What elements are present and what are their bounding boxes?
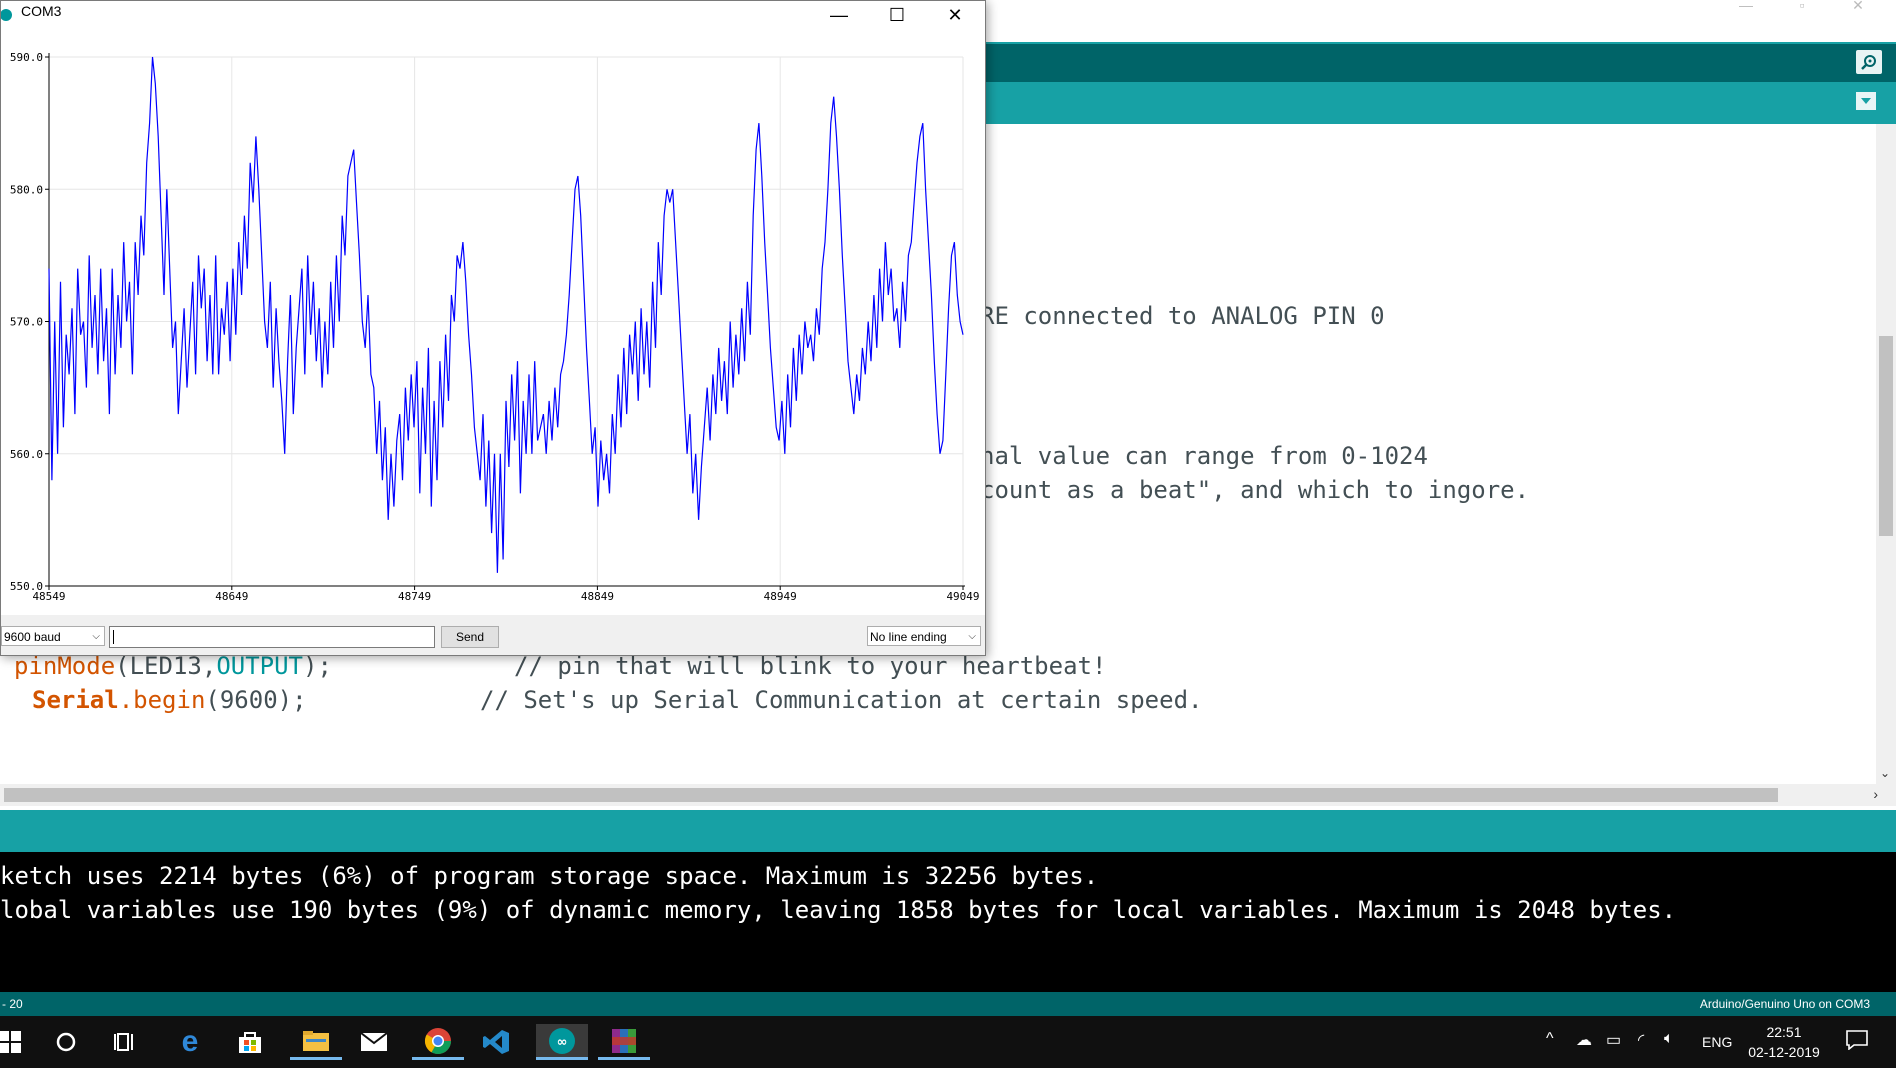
- search-icon[interactable]: [46, 1024, 86, 1060]
- ide-close-button[interactable]: ✕: [1834, 0, 1882, 12]
- windows-start-icon[interactable]: [0, 1024, 30, 1060]
- chrome-icon[interactable]: [412, 1024, 464, 1060]
- scroll-right-icon[interactable]: ›: [1873, 786, 1878, 802]
- y-tick-label: 580.0: [10, 183, 43, 196]
- language-indicator[interactable]: ENG: [1702, 1034, 1732, 1050]
- series-line: [48, 56, 964, 573]
- minimize-button[interactable]: —: [811, 1, 867, 29]
- object-token: Serial: [32, 686, 119, 714]
- x-tick-label: 48949: [764, 590, 797, 603]
- y-tick-label: 570.0: [10, 316, 43, 329]
- y-tick-label: 560.0: [10, 448, 43, 461]
- x-tick-label: 48849: [581, 590, 614, 603]
- arduino-icon: [1, 9, 12, 21]
- constant-token: OUTPUT: [216, 652, 304, 680]
- code-line: RE connected to ANALOG PIN 0: [980, 302, 1385, 330]
- code-line-serial: Serial.begin(9600);: [32, 686, 307, 714]
- ide-minimize-button[interactable]: —: [1722, 0, 1770, 12]
- scrollbar-thumb[interactable]: [1879, 336, 1893, 536]
- method-token: .begin: [118, 686, 206, 714]
- code-token: (9600);: [205, 686, 307, 714]
- baud-rate-value: 9600 baud: [4, 630, 61, 644]
- editor-horizontal-scrollbar[interactable]: ›: [0, 784, 1896, 806]
- battery-icon[interactable]: ▭: [1606, 1030, 1621, 1050]
- taskbar: e ∞ ^ ☁ ▭ ◜ 🔈︎ ENG 22:51 02-12-2019: [0, 1016, 1896, 1068]
- arduino-icon[interactable]: ∞: [536, 1024, 588, 1060]
- status-board: Arduino/Genuino Uno on COM3: [1699, 997, 1870, 1011]
- line-ending-value: No line ending: [870, 630, 947, 644]
- x-tick-label: 48549: [32, 590, 65, 603]
- maximize-button[interactable]: ☐: [869, 1, 925, 29]
- editor-vertical-scrollbar[interactable]: ⌄: [1876, 124, 1896, 784]
- chevron-down-icon: ⌵: [968, 631, 976, 642]
- plot-area: 550.0560.0570.0580.0590.048549 48649 48749…: [10, 51, 980, 603]
- console-line: ketch uses 2214 bytes (6%) of program st…: [0, 862, 1099, 890]
- scroll-down-icon[interactable]: ⌄: [1880, 766, 1890, 780]
- task-view-icon[interactable]: [106, 1024, 146, 1060]
- code-token: );: [303, 652, 332, 680]
- x-tick-label: 49049: [946, 590, 979, 603]
- x-tick-label: 48749: [398, 590, 431, 603]
- wifi-icon[interactable]: ◜: [1638, 1030, 1644, 1050]
- ide-maximize-button[interactable]: ▫: [1778, 0, 1826, 12]
- console-header: [0, 810, 1896, 852]
- status-bar: - 20 Arduino/Genuino Uno on COM3: [0, 992, 1896, 1016]
- clock[interactable]: 22:51 02-12-2019: [1748, 1022, 1820, 1062]
- chevron-down-icon: [1861, 98, 1871, 104]
- plotter-titlebar: COM3 — ☐ ✕: [1, 1, 985, 29]
- code-token: (LED13,: [115, 652, 217, 680]
- code-comment: // Set's up Serial Communication at cert…: [480, 686, 1203, 714]
- code-comment: // pin that will blink to your heartbeat…: [514, 652, 1107, 680]
- edge-browser-icon[interactable]: e: [170, 1024, 210, 1060]
- window-title: COM3: [21, 3, 62, 19]
- winrar-icon[interactable]: [598, 1024, 650, 1060]
- chevron-down-icon: ⌵: [92, 631, 100, 642]
- plotter-controls: 9600 baud ⌵ Send No line ending ⌵: [1, 615, 985, 655]
- code-line: nal value can range from 0-1024: [980, 442, 1428, 470]
- vscode-icon[interactable]: [476, 1024, 516, 1060]
- file-explorer-icon[interactable]: [290, 1024, 342, 1060]
- mail-icon[interactable]: [354, 1024, 394, 1060]
- line-ending-select[interactable]: No line ending ⌵: [867, 626, 981, 646]
- baud-rate-select[interactable]: 9600 baud ⌵: [1, 626, 105, 646]
- code-line: count as a beat", and which to ingore.: [980, 476, 1530, 504]
- function-name: pinMode: [14, 652, 116, 680]
- svg-text:∞: ∞: [557, 1035, 568, 1050]
- onedrive-icon[interactable]: ☁: [1576, 1030, 1592, 1050]
- store-icon[interactable]: [230, 1024, 270, 1060]
- magnifier-icon: [1861, 55, 1876, 70]
- send-button[interactable]: Send: [441, 626, 499, 648]
- scrollbar-thumb[interactable]: [4, 788, 1778, 802]
- close-button[interactable]: ✕: [927, 1, 983, 29]
- notifications-icon[interactable]: [1846, 1030, 1868, 1055]
- send-input[interactable]: [109, 626, 435, 648]
- serial-monitor-button[interactable]: [1856, 50, 1882, 74]
- console-line: lobal variables use 190 bytes (9%) of dy…: [0, 896, 1677, 924]
- show-hidden-icons-icon[interactable]: ^: [1546, 1030, 1554, 1048]
- x-tick-label: 48649: [215, 590, 248, 603]
- y-tick-label: 590.0: [10, 51, 43, 64]
- serial-plotter-window: COM3 — ☐ ✕ 550.0 560.0 570.0 580.0 590.0 4854…: [0, 0, 986, 656]
- status-line-number: - 20: [2, 997, 23, 1011]
- tab-menu-button[interactable]: [1856, 92, 1876, 110]
- console-output: ketch uses 2214 bytes (6%) of program st…: [0, 852, 1896, 992]
- code-line-pinmode: pinMode(LED13,OUTPUT);: [14, 652, 332, 680]
- volume-icon[interactable]: 🔈︎: [1664, 1030, 1674, 1048]
